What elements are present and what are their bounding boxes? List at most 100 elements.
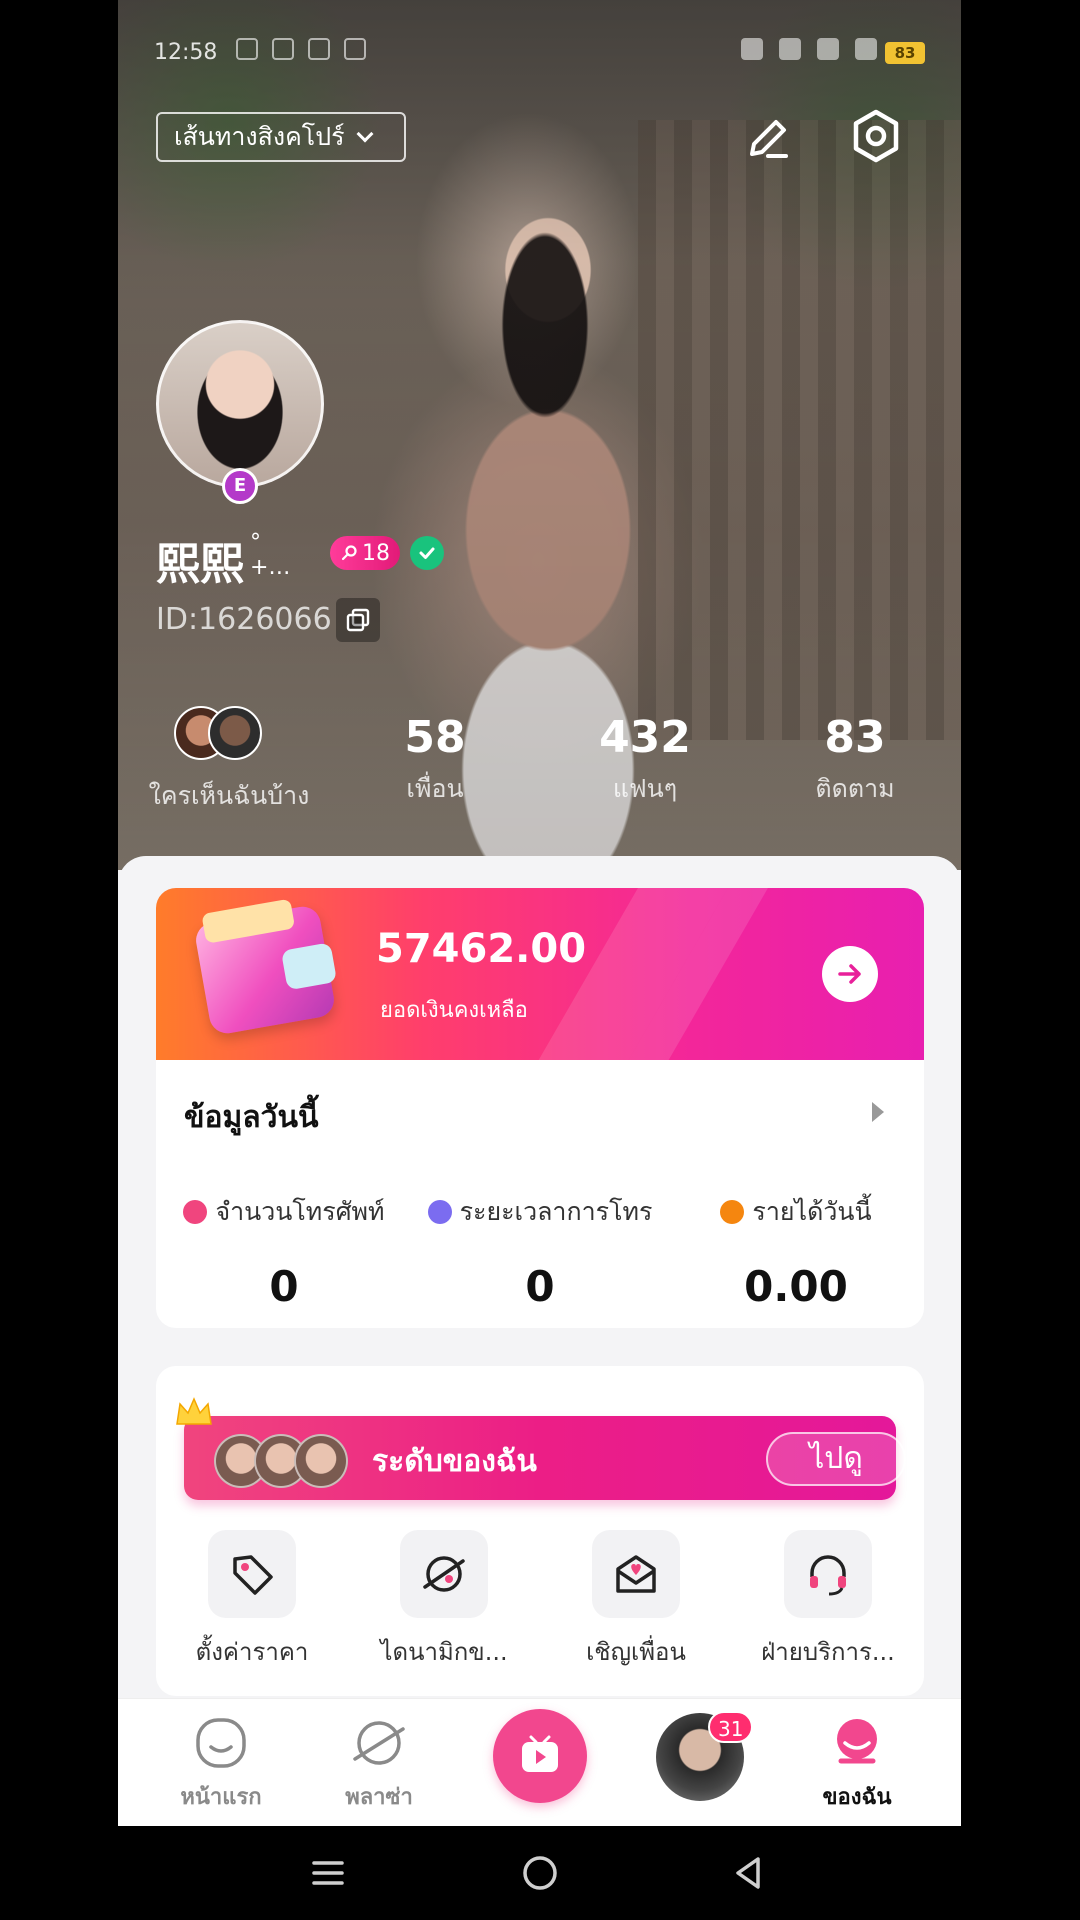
- following-stat[interactable]: 83 ติดตาม: [770, 712, 940, 809]
- copy-icon: [346, 608, 370, 632]
- system-status-icons: [741, 38, 877, 60]
- metric-header: ระยะเวลาการโทร: [412, 1192, 668, 1232]
- friends-label: เพื่อน: [406, 774, 464, 803]
- route-label: เส้นทางสิงคโปร์: [174, 122, 345, 151]
- username: 熙熙: [156, 539, 244, 590]
- verified-icon: [410, 536, 444, 570]
- today-data-panel: ข้อมูลวันนี้ จำนวนโทรศัพท์ 0 ระยะเวลาการ…: [156, 1060, 924, 1328]
- tool-icon-box: [784, 1530, 872, 1618]
- my-level-title: ระดับของฉัน: [372, 1444, 537, 1479]
- metric-value: 0: [269, 1262, 299, 1311]
- nav-home-label: หน้าแรก: [180, 1785, 262, 1810]
- metric-header: รายได้วันนี้: [668, 1192, 924, 1232]
- nav-home[interactable]: หน้าแรก: [156, 1715, 286, 1814]
- arrow-right-icon: [838, 964, 861, 984]
- friends-count: 58: [404, 712, 466, 763]
- level-avatar: [294, 1434, 348, 1488]
- notification-icon: [236, 38, 258, 60]
- back-button[interactable]: [723, 1848, 773, 1898]
- level-badge: 18: [330, 536, 400, 570]
- battery-icon: 83: [885, 42, 925, 64]
- notification-icon: [272, 38, 294, 60]
- app-screen: 12:58 83 เส้นทางสิงคโปร์ E 熙熙 ° +… 18 ID…: [118, 0, 961, 1826]
- friends-stat[interactable]: 58 เพื่อน: [350, 712, 520, 809]
- tool-invite-friends[interactable]: เชิญเพื่อน: [540, 1530, 732, 1671]
- recent-apps-button[interactable]: [303, 1848, 353, 1898]
- planet-icon: [353, 1721, 405, 1765]
- video-play-icon: [522, 1735, 558, 1772]
- call-count-metric: จำนวนโทรศัพท์ 0: [156, 1192, 412, 1311]
- balance-arrow-button[interactable]: [822, 946, 878, 1002]
- tool-icon-box: [208, 1530, 296, 1618]
- tool-label: ฝ่ายบริการ...: [761, 1638, 895, 1666]
- income-icon: [720, 1200, 745, 1224]
- circle-home-icon: [523, 1856, 557, 1890]
- home-face-icon: [196, 1718, 246, 1768]
- level-value: 18: [362, 540, 390, 566]
- wifi-icon: [817, 38, 839, 60]
- balance-label: ยอดเงินคงเหลือ: [380, 998, 528, 1023]
- wallet-icon: [193, 903, 337, 1037]
- metric-label: ระยะเวลาการโทร: [459, 1197, 653, 1226]
- nav-me-label: ของฉัน: [822, 1785, 892, 1810]
- nav-live-button[interactable]: [493, 1709, 587, 1803]
- planet-icon: [423, 1556, 465, 1592]
- tool-label: ไดนามิกข...: [380, 1638, 508, 1666]
- profile-face-icon: [837, 1719, 877, 1764]
- metric-value: 0: [525, 1262, 555, 1311]
- notification-icons: [236, 38, 366, 60]
- fans-stat[interactable]: 432 แฟนๆ: [560, 712, 730, 809]
- following-count: 83: [824, 712, 886, 763]
- metric-value: 0.00: [744, 1262, 848, 1311]
- tool-customer-service[interactable]: ฝ่ายบริการ...: [732, 1530, 924, 1671]
- signal-icon: [855, 38, 877, 60]
- tool-dynamics[interactable]: ไดนามิกข...: [348, 1530, 540, 1671]
- gear-icon: [853, 109, 899, 163]
- tool-grid: ตั้งค่าราคา ไดนามิกข... เชิญเพื่อน ฝ่ายบ…: [156, 1530, 924, 1671]
- username-suffix: ° +…: [250, 530, 290, 580]
- notification-icon: [344, 38, 366, 60]
- feature-panel: ระดับของฉัน ไปดู ตั้งค่าราคา ไดนามิกข...…: [156, 1366, 924, 1696]
- route-selector[interactable]: เส้นทางสิงคโปร์: [156, 112, 406, 162]
- avatar-badge: E: [222, 468, 258, 504]
- username-ellipsis: +…: [250, 555, 291, 580]
- status-bar: 12:58 83: [118, 30, 961, 74]
- pencil-icon: [750, 120, 788, 158]
- call-duration-metric: ระยะเวลาการโทร 0: [412, 1192, 668, 1311]
- following-label: ติดตาม: [815, 774, 895, 803]
- balance-amount: 57462.00: [376, 926, 587, 972]
- visitors-label[interactable]: ใครเห็นฉันบ้าง: [144, 776, 314, 816]
- recent-visitors[interactable]: [174, 706, 262, 766]
- nav-plaza[interactable]: พลาซ่า: [314, 1715, 444, 1814]
- tool-label: ตั้งค่าราคา: [195, 1638, 309, 1666]
- bluetooth-icon: [779, 38, 801, 60]
- invite-mail-icon: [616, 1555, 656, 1593]
- triangle-right-icon[interactable]: [872, 1102, 884, 1122]
- username-degree: °: [250, 530, 261, 555]
- vibrate-icon: [741, 38, 763, 60]
- edit-profile-button[interactable]: [738, 108, 798, 168]
- balance-card[interactable]: 57462.00 ยอดเงินคงเหลือ: [156, 888, 924, 1060]
- avatar[interactable]: [156, 320, 324, 488]
- bottom-nav: หน้าแรก พลาซ่า 31 ของฉัน: [118, 1698, 961, 1826]
- crown-icon: [176, 1397, 212, 1425]
- tool-price-settings[interactable]: ตั้งค่าราคา: [156, 1530, 348, 1671]
- nav-plaza-label: พลาซ่า: [345, 1785, 413, 1810]
- income-today-metric: รายได้วันนี้ 0.00: [668, 1192, 924, 1311]
- settings-button[interactable]: [846, 106, 906, 166]
- today-title: ข้อมูลวันนี้: [184, 1100, 319, 1135]
- phone-icon: [183, 1200, 208, 1224]
- metric-header: จำนวนโทรศัพท์: [156, 1192, 412, 1232]
- view-level-button[interactable]: ไปดู: [766, 1432, 906, 1486]
- menu-icon: [312, 1861, 344, 1885]
- tool-icon-box: [400, 1530, 488, 1618]
- profile-content: 57462.00 ยอดเงินคงเหลือ ข้อมูลวันนี้ จำน…: [118, 856, 961, 1826]
- fans-count: 432: [599, 712, 691, 763]
- copy-id-button[interactable]: [336, 598, 380, 642]
- nav-me[interactable]: ของฉัน: [792, 1715, 922, 1814]
- level-avatars: [214, 1434, 348, 1488]
- metric-label: จำนวนโทรศัพท์: [215, 1197, 385, 1226]
- clock-icon: [427, 1200, 452, 1224]
- home-button[interactable]: [515, 1848, 565, 1898]
- message-count-badge: 31: [708, 1711, 754, 1743]
